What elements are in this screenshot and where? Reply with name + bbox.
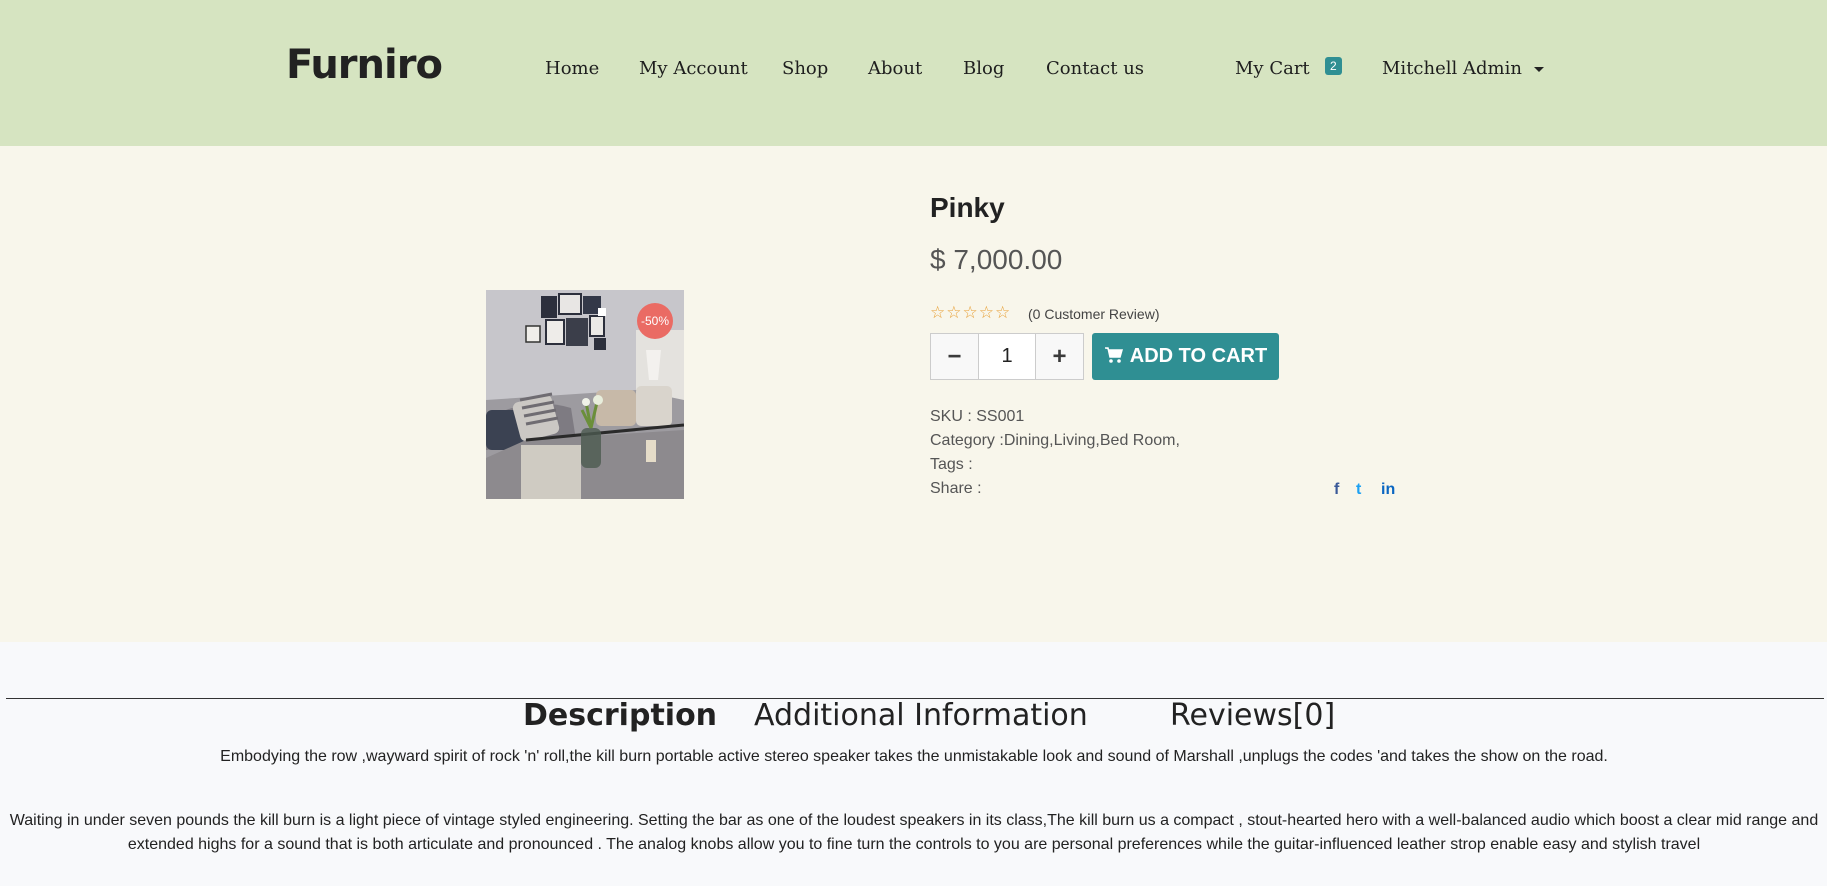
decrease-quantity-button[interactable]: − [931, 334, 979, 379]
nav-blog[interactable]: Blog [963, 58, 1004, 79]
chevron-down-icon[interactable] [1534, 67, 1544, 72]
linkedin-icon[interactable]: in [1381, 481, 1395, 499]
add-to-cart-button[interactable]: ADD TO CART [1092, 333, 1279, 380]
user-menu[interactable]: Mitchell Admin [1382, 58, 1522, 79]
product-category: Category :Dining,Living,Bed Room, [930, 432, 1180, 449]
cart-count-badge: 2 [1325, 57, 1342, 75]
nav-shop[interactable]: Shop [782, 58, 828, 79]
product-section: -50% Pinky $ 7,000.00 ☆☆☆☆☆ (0 Customer … [0, 146, 1827, 642]
site-header: Furniro Home My Account Shop About Blog … [0, 0, 1827, 146]
rating-stars[interactable]: ☆☆☆☆☆ [930, 303, 1011, 323]
product-tags: Tags : [930, 456, 973, 473]
twitter-icon[interactable]: t [1356, 481, 1361, 499]
description-paragraph-1: Embodying the row ,wayward spirit of roc… [220, 748, 1608, 765]
tab-description[interactable]: Description [523, 698, 717, 733]
increase-quantity-button[interactable]: + [1035, 334, 1083, 379]
discount-badge: -50% [637, 303, 673, 339]
product-sku: SKU : SS001 [930, 408, 1025, 425]
tab-additional-information[interactable]: Additional Information [754, 698, 1088, 733]
product-price: $ 7,000.00 [930, 244, 1063, 275]
my-cart-link[interactable]: My Cart [1235, 58, 1310, 79]
review-count[interactable]: (0 Customer Review) [1028, 306, 1159, 322]
nav-about[interactable]: About [868, 58, 922, 79]
quantity-stepper: − 1 + [930, 333, 1084, 380]
quantity-input[interactable]: 1 [979, 334, 1035, 379]
share-label: Share : [930, 480, 982, 497]
nav-my-account[interactable]: My Account [639, 58, 748, 79]
description-paragraph-2: Waiting in under seven pounds the kill b… [9, 812, 1819, 853]
product-title: Pinky [930, 192, 1005, 223]
tab-reviews[interactable]: Reviews[0] [1170, 698, 1335, 733]
shopping-cart-icon [1104, 333, 1124, 383]
site-logo[interactable]: Furniro [286, 42, 443, 88]
add-to-cart-label: ADD TO CART [1129, 345, 1268, 367]
facebook-icon[interactable]: f [1334, 481, 1339, 499]
nav-contact-us[interactable]: Contact us [1046, 58, 1144, 79]
nav-home[interactable]: Home [545, 58, 599, 79]
